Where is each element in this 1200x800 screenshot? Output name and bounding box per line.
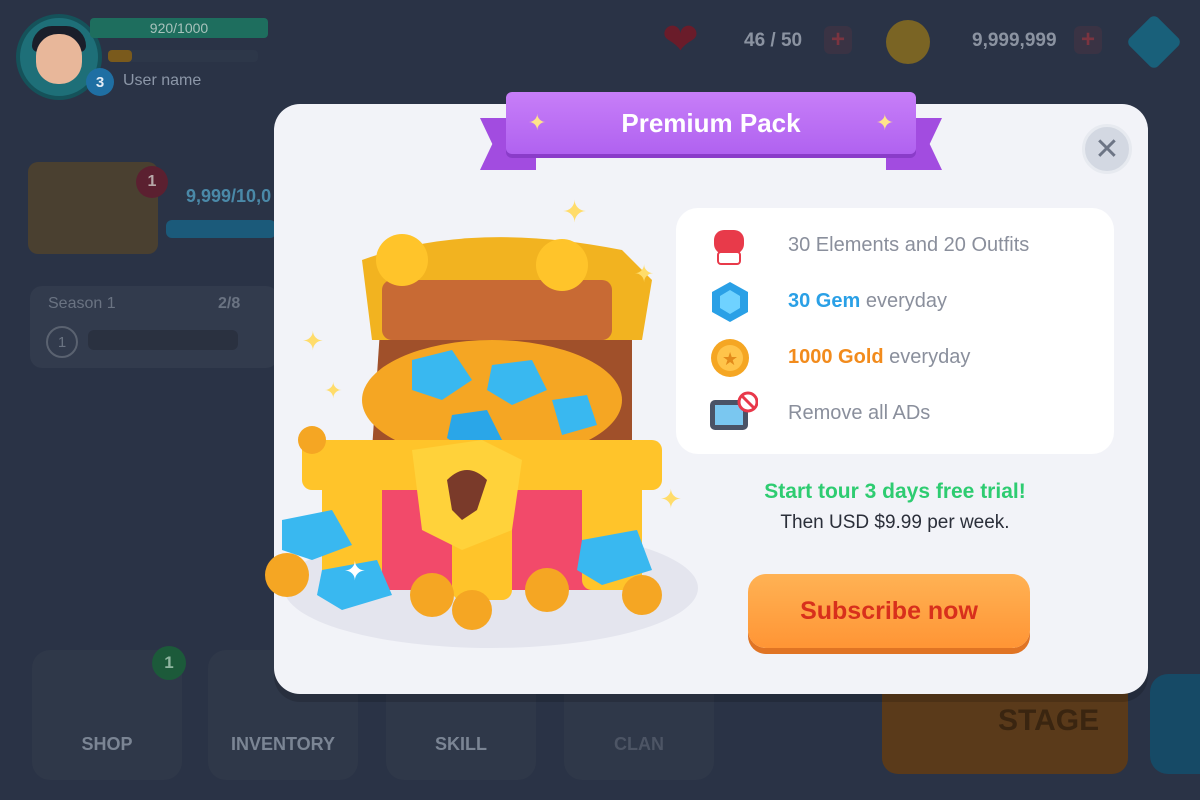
close-button[interactable]: ✕: [1082, 124, 1132, 174]
sparkle-icon: ✦: [528, 110, 547, 135]
lives-count: 46 / 50: [744, 30, 803, 51]
level-badge: 3: [86, 68, 114, 96]
clan-label: CLAN: [614, 734, 664, 754]
svg-text:✦: ✦: [344, 557, 366, 587]
title-ribbon: ✦ Premium Pack ✦: [506, 92, 916, 154]
add-coins-button[interactable]: +: [1074, 26, 1102, 54]
side-menu-button[interactable]: [1150, 674, 1200, 774]
season-label: Season 1: [48, 295, 116, 312]
gem-icon: [712, 282, 748, 322]
boxing-glove-icon: [714, 230, 744, 265]
add-lives-button[interactable]: +: [824, 26, 852, 54]
subscribe-label: Subscribe now: [800, 596, 978, 625]
coins-count: 9,999,999: [972, 30, 1057, 51]
energy-bar-fill: [108, 50, 132, 62]
gold-suffix: everyday: [883, 346, 971, 368]
gem-suffix: everyday: [860, 290, 947, 312]
close-icon: ✕: [1094, 132, 1120, 166]
subscribe-button[interactable]: Subscribe now: [748, 574, 1030, 648]
dialog-title: Premium Pack: [621, 107, 801, 138]
svg-text:✦: ✦: [324, 379, 342, 404]
feature-outfits: [708, 224, 752, 268]
svg-text:✦: ✦: [302, 327, 324, 357]
svg-text:✦: ✦: [634, 260, 654, 288]
stage-label: STAGE: [998, 704, 1100, 737]
feature-gem: [708, 280, 752, 324]
feature-ads: [708, 390, 758, 434]
chest-badge: 1: [136, 166, 168, 198]
feature-gold-text: 1000 Gold everyday: [788, 346, 970, 369]
shop-label: SHOP: [81, 734, 133, 754]
no-ads-tv-icon: [710, 391, 758, 430]
season-level: 1: [46, 326, 78, 358]
treasure-chest-illustration: ✦ ✦ ✦ ✦ ✦ ✦: [265, 195, 682, 630]
gem-amount: 30 Gem: [788, 290, 861, 312]
avatar-face: [36, 34, 82, 84]
season-count: 2/8: [218, 295, 241, 312]
gold-amount: 1000 Gold: [788, 346, 884, 368]
inventory-label: INVENTORY: [230, 734, 336, 754]
chest-count: 9,999/10,0: [186, 186, 272, 206]
coin-icon: [886, 20, 930, 64]
svg-text:✦: ✦: [562, 195, 587, 230]
feature-ads-text: Remove all ADs: [788, 402, 931, 424]
svg-text:★: ★: [722, 349, 738, 370]
season-progress-bar: [88, 330, 238, 350]
trial-text: Start tour 3 days free trial!: [764, 480, 1026, 503]
price-text: Then USD $9.99 per week.: [780, 512, 1010, 533]
feature-gem-text: 30 Gem everyday: [788, 290, 947, 313]
shop-badge: 1: [152, 646, 186, 680]
gold-coin-icon: ★: [711, 339, 749, 377]
skill-label: SKILL: [435, 734, 487, 754]
heart-icon: ❤: [662, 15, 699, 64]
username: User name: [123, 72, 202, 89]
chest-progress-bar: [166, 220, 276, 238]
feature-gold: ★: [708, 336, 752, 380]
xp-value: 920/1000: [149, 20, 209, 36]
sparkle-icon: ✦: [875, 110, 894, 135]
feature-outfits-text: 30 Elements and 20 Outfits: [788, 234, 1030, 256]
